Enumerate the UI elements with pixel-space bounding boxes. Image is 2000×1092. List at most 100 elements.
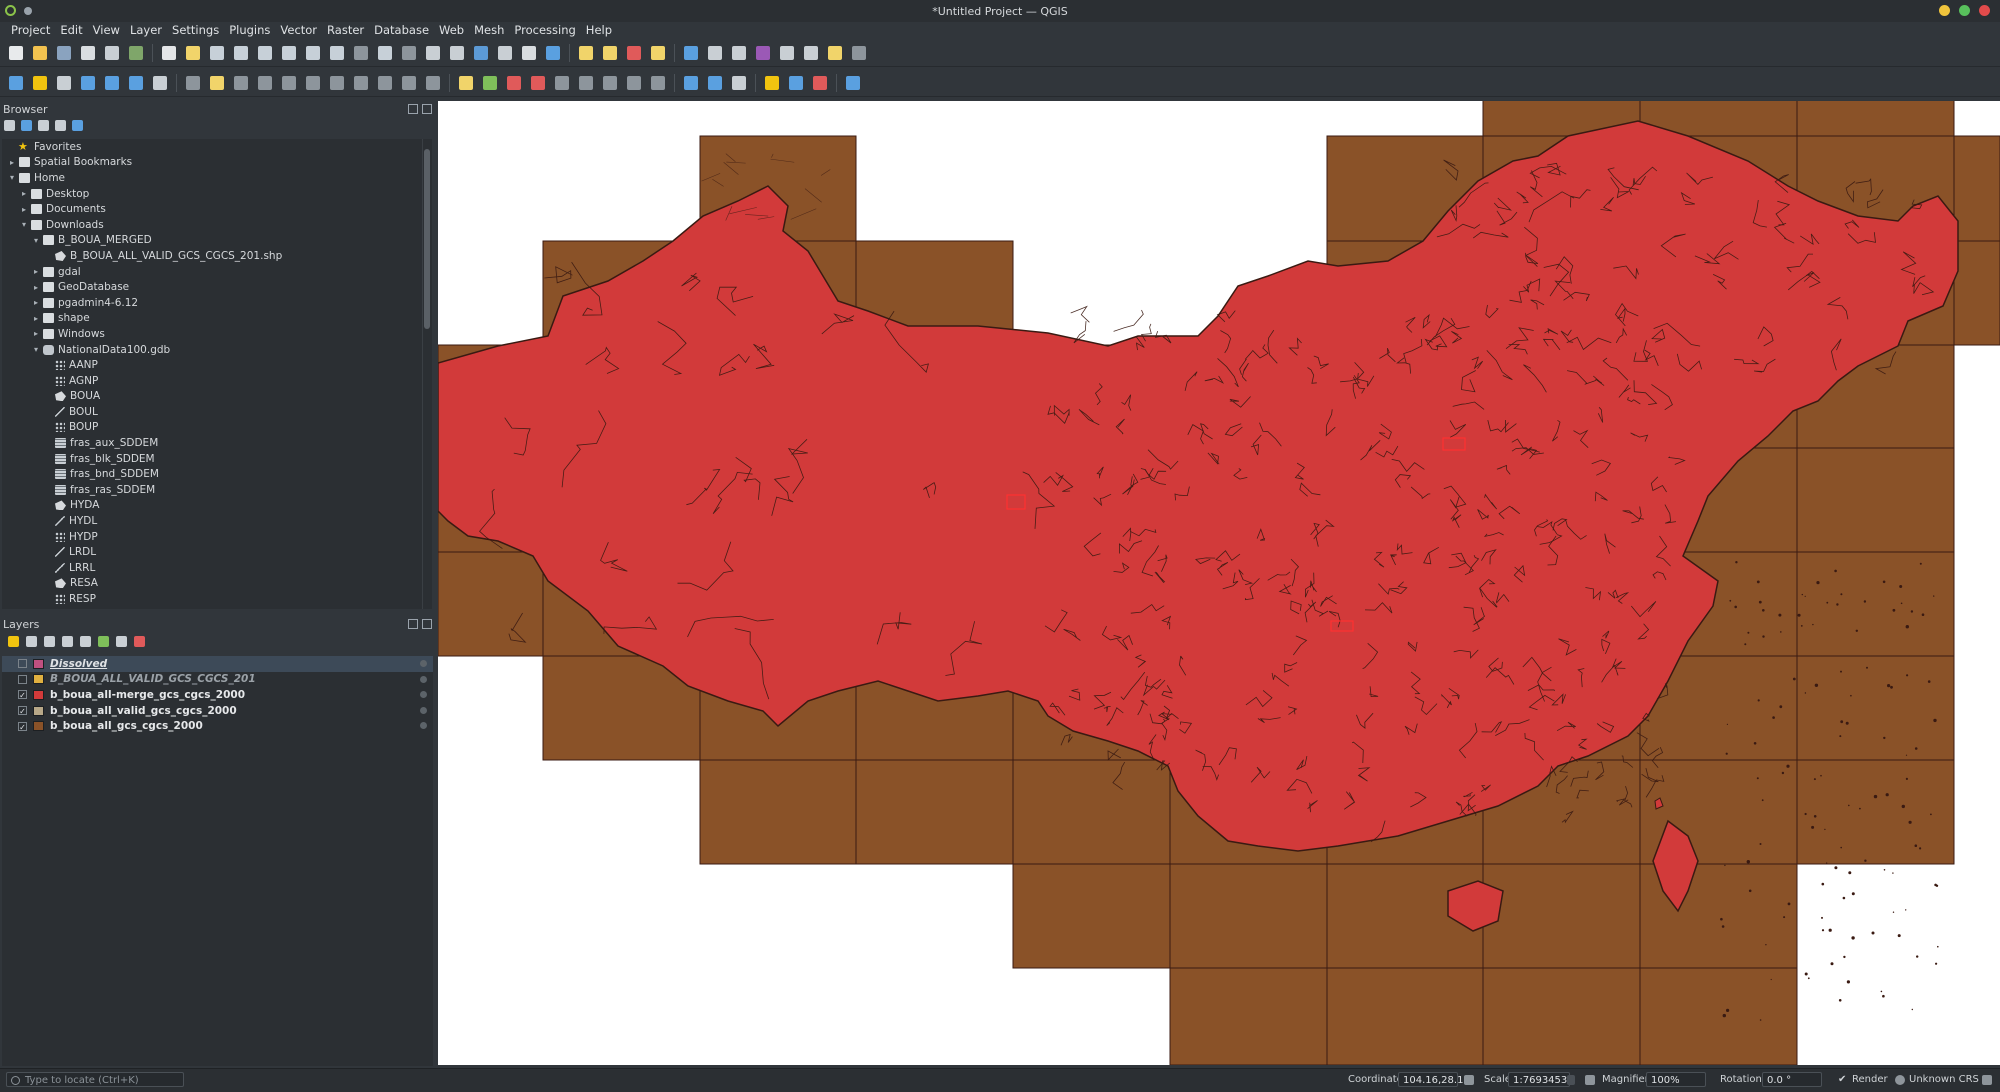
browser-scrollbar[interactable]: [422, 139, 432, 609]
browser-item[interactable]: ▸ Spatial Bookmarks: [2, 155, 422, 171]
change-label-button[interactable]: [600, 73, 620, 93]
filter-legend-icon[interactable]: [62, 636, 73, 647]
expand-arrow-icon[interactable]: ▸: [32, 298, 40, 307]
add-vector-button[interactable]: [78, 73, 98, 93]
browser-item[interactable]: fras_aux_SDDEM: [2, 435, 422, 451]
remove-layer-icon[interactable]: [134, 636, 145, 647]
browser-item[interactable]: fras_blk_SDDEM: [2, 451, 422, 467]
menu-view[interactable]: View: [88, 23, 125, 37]
layer-indicator-icon[interactable]: [420, 706, 427, 714]
maximize-button[interactable]: [1959, 5, 1970, 16]
open-project-button[interactable]: [30, 43, 50, 63]
new-layer-button[interactable]: [30, 73, 50, 93]
browser-item[interactable]: ▸ Documents: [2, 201, 422, 217]
layer-symbol-swatch[interactable]: [33, 705, 44, 716]
layer-row[interactable]: ✓ b_boua_all_gcs_cgcs_2000: [2, 718, 433, 734]
browser-item[interactable]: BOUP: [2, 420, 422, 436]
digitize-button[interactable]: [54, 73, 74, 93]
menu-plugins[interactable]: Plugins: [224, 23, 275, 37]
browser-item[interactable]: ▾ Home: [2, 170, 422, 186]
browser-item[interactable]: BOUL: [2, 404, 422, 420]
browser-item[interactable]: B_BOUA_ALL_VALID_GCS_CGCS_201.shp: [2, 248, 422, 264]
zoom-full-button[interactable]: [279, 43, 299, 63]
zoom-layer-button[interactable]: [327, 43, 347, 63]
browser-item[interactable]: AANP: [2, 357, 422, 373]
plugin-button[interactable]: [786, 73, 806, 93]
browser-item[interactable]: ▸ pgadmin4-6.12: [2, 295, 422, 311]
minimize-button[interactable]: [1939, 5, 1950, 16]
select-location-button[interactable]: [648, 43, 668, 63]
show-bookmarks-button[interactable]: [495, 43, 515, 63]
browser-item[interactable]: ▾ NationalData100.gdb: [2, 342, 422, 358]
menu-processing[interactable]: Processing: [509, 23, 580, 37]
browser-item[interactable]: HYDA: [2, 498, 422, 514]
add-mesh-button[interactable]: [126, 73, 146, 93]
render-checkbox-icon[interactable]: ✔: [1838, 1074, 1846, 1085]
vertex-tool-button[interactable]: [279, 73, 299, 93]
browser-item[interactable]: AGNP: [2, 373, 422, 389]
label-toolbar-button[interactable]: [648, 73, 668, 93]
browser-item[interactable]: ▸ gdal: [2, 264, 422, 280]
zoom-in-button[interactable]: [207, 43, 227, 63]
float-panel-icon[interactable]: [408, 104, 418, 114]
redo-button[interactable]: [423, 73, 443, 93]
metasearch-button[interactable]: [810, 73, 830, 93]
browser-item[interactable]: ▸ Windows: [2, 326, 422, 342]
close-panel-icon[interactable]: [422, 619, 432, 629]
layer-visibility-checkbox[interactable]: ✓: [18, 690, 27, 700]
layer-symbol-swatch[interactable]: [33, 674, 44, 685]
float-panel-icon[interactable]: [408, 619, 418, 629]
expand-arrow-icon[interactable]: ▸: [32, 267, 40, 276]
browser-item[interactable]: RESP: [2, 591, 422, 607]
wcs-layer-button[interactable]: [705, 73, 725, 93]
search-button[interactable]: [849, 43, 869, 63]
browser-item[interactable]: HYDL: [2, 513, 422, 529]
browser-item[interactable]: BOUA: [2, 389, 422, 405]
scrollbar-thumb[interactable]: [424, 149, 430, 329]
menu-database[interactable]: Database: [369, 23, 434, 37]
menu-project[interactable]: Project: [6, 23, 55, 37]
scale-field[interactable]: 1:7693453: [1508, 1072, 1570, 1087]
scale-dropdown-icon[interactable]: [1567, 1075, 1575, 1085]
save-as-button[interactable]: [78, 43, 98, 63]
browser-item[interactable]: ▾ B_BOUA_MERGED: [2, 233, 422, 249]
layer-row[interactable]: ✓ b_boua_all_valid_gcs_cgcs_2000: [2, 703, 433, 719]
pin-icon[interactable]: [24, 7, 32, 15]
map-tips-button[interactable]: [825, 43, 845, 63]
refresh-icon[interactable]: [21, 120, 32, 131]
wms-layer-button[interactable]: [681, 73, 701, 93]
select-features-button[interactable]: [576, 43, 596, 63]
layer-symbol-swatch[interactable]: [33, 658, 44, 669]
filter-by-expression-icon[interactable]: [80, 636, 91, 647]
new-bookmark-button[interactable]: [471, 43, 491, 63]
pin-labels-button[interactable]: [504, 73, 524, 93]
expand-all-icon[interactable]: [98, 636, 109, 647]
layer-visibility-checkbox[interactable]: ✓: [18, 706, 27, 716]
move-label-button[interactable]: [552, 73, 572, 93]
measure-button[interactable]: [801, 43, 821, 63]
collapse-arrow-icon[interactable]: ▾: [20, 220, 28, 229]
map-canvas[interactable]: [438, 101, 2000, 1065]
menu-mesh[interactable]: Mesh: [469, 23, 509, 37]
browser-item[interactable]: ▾ Downloads: [2, 217, 422, 233]
statistics-button[interactable]: [753, 43, 773, 63]
browser-item[interactable]: ▸ GeoDatabase: [2, 279, 422, 295]
open-table-button[interactable]: [777, 43, 797, 63]
layer-symbol-swatch[interactable]: [33, 721, 44, 732]
crs-label[interactable]: Unknown CRS: [1909, 1074, 1979, 1085]
expand-arrow-icon[interactable]: ▸: [20, 205, 28, 214]
show-hide-labels-button[interactable]: [624, 73, 644, 93]
menu-vector[interactable]: Vector: [275, 23, 322, 37]
menu-layer[interactable]: Layer: [125, 23, 167, 37]
zoom-selection-button[interactable]: [303, 43, 323, 63]
pan-map-button[interactable]: [159, 43, 179, 63]
crs-globe-icon[interactable]: [1895, 1075, 1905, 1085]
collapse-arrow-icon[interactable]: ▾: [8, 173, 16, 182]
menu-help[interactable]: Help: [581, 23, 617, 37]
layer-indicator-icon[interactable]: [420, 722, 427, 730]
menu-raster[interactable]: Raster: [322, 23, 369, 37]
layer-visibility-checkbox[interactable]: [18, 659, 27, 669]
close-panel-icon[interactable]: [422, 104, 432, 114]
data-source-manager-button[interactable]: [6, 73, 26, 93]
manage-visibility-icon[interactable]: [44, 636, 55, 647]
